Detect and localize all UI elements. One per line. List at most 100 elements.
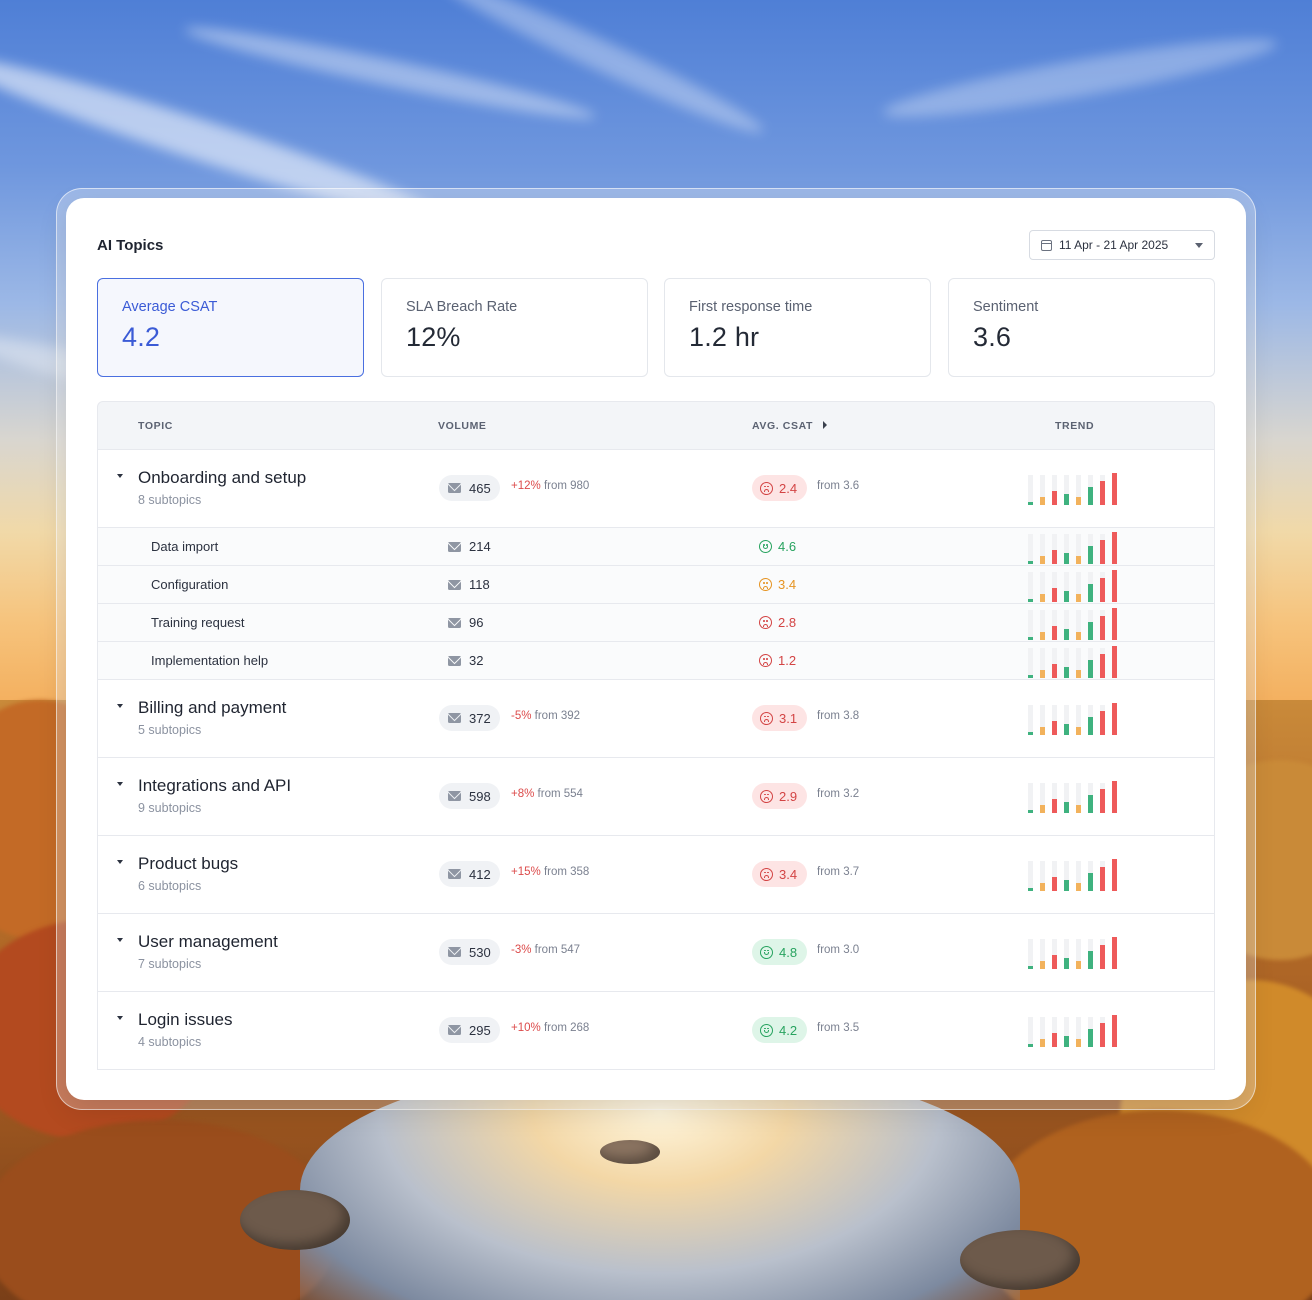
frown-face-icon bbox=[759, 654, 772, 667]
kpi-label: Average CSAT bbox=[122, 299, 218, 315]
trend-bar bbox=[1076, 594, 1081, 602]
expand-caret-icon[interactable] bbox=[117, 1016, 123, 1020]
column-header-avg-csat[interactable]: AVG. CSAT bbox=[752, 420, 828, 432]
kpi-value: 12% bbox=[406, 322, 461, 352]
trend-bar bbox=[1028, 888, 1033, 891]
trend-bar bbox=[1028, 966, 1033, 969]
trend-bar bbox=[1088, 546, 1093, 564]
csat-value: 4.6 bbox=[778, 539, 797, 554]
mail-icon bbox=[448, 541, 461, 552]
ai-topics-card: AI Topics 11 Apr - 21 Apr 2025 Average C… bbox=[66, 198, 1246, 1100]
kpi-sla-breach-rate[interactable]: SLA Breach Rate 12% bbox=[381, 278, 648, 377]
volume-value-group: 118 bbox=[448, 577, 490, 592]
smile-face-icon bbox=[760, 1023, 773, 1037]
trend-bar bbox=[1076, 805, 1081, 813]
trend-sparkline bbox=[1028, 857, 1120, 891]
mail-icon bbox=[448, 791, 461, 801]
expand-caret-icon[interactable] bbox=[117, 782, 123, 786]
kpi-sentiment[interactable]: Sentiment 3.6 bbox=[948, 278, 1215, 377]
trend-bar bbox=[1112, 570, 1117, 602]
topic-row[interactable]: User management 7 subtopics 530 -3% from 54… bbox=[97, 914, 1215, 992]
topic-row[interactable]: Product bugs 6 subtopics 412 +15% from 358 3… bbox=[97, 836, 1215, 914]
mail-icon bbox=[448, 1025, 461, 1035]
date-range-picker[interactable]: 11 Apr - 21 Apr 2025 bbox=[1029, 230, 1215, 260]
chevron-down-icon bbox=[1195, 243, 1203, 248]
volume-value: 598 bbox=[469, 788, 491, 804]
trend-bar bbox=[1064, 629, 1069, 640]
topic-row[interactable]: Integrations and API 9 subtopics 598 +8% fr… bbox=[97, 758, 1215, 836]
expand-caret-icon[interactable] bbox=[117, 474, 123, 478]
volume-change-pct: -3% bbox=[511, 944, 532, 956]
trend-track bbox=[1028, 939, 1033, 969]
frown-face-icon bbox=[759, 616, 772, 629]
mail-icon bbox=[448, 579, 461, 590]
topic-name: Integrations and API bbox=[138, 776, 292, 795]
trend-track bbox=[1028, 861, 1033, 891]
column-header-volume[interactable]: VOLUME bbox=[438, 420, 487, 432]
csat-value: 2.9 bbox=[779, 788, 798, 804]
trend-bar bbox=[1076, 1039, 1081, 1047]
trend-bar bbox=[1064, 667, 1069, 678]
kpi-first-response-time[interactable]: First response time 1.2 hr bbox=[664, 278, 931, 377]
trend-sparkline bbox=[1028, 1013, 1120, 1047]
trend-sparkline bbox=[1028, 935, 1120, 969]
kpi-label: First response time bbox=[689, 299, 813, 315]
smile-face-icon bbox=[759, 540, 772, 553]
csat-value: 3.4 bbox=[779, 866, 798, 882]
volume-change-pct: +8% bbox=[511, 788, 535, 800]
trend-bar bbox=[1100, 654, 1105, 678]
frown-face-icon bbox=[760, 711, 773, 725]
trend-bar bbox=[1040, 632, 1045, 640]
kpi-average-csat[interactable]: Average CSAT 4.2 bbox=[97, 278, 364, 377]
topic-row[interactable]: Login issues 4 subtopics 295 +10% from 268 4… bbox=[97, 992, 1215, 1070]
trend-bar bbox=[1028, 810, 1033, 813]
volume-change-from: from 547 bbox=[534, 944, 581, 956]
csat-change-from: from 3.8 bbox=[817, 710, 860, 722]
expand-caret-icon[interactable] bbox=[117, 938, 123, 942]
trend-bar bbox=[1052, 664, 1057, 678]
trend-bar bbox=[1064, 591, 1069, 602]
trend-bar bbox=[1100, 711, 1105, 735]
volume-change-from: from 268 bbox=[543, 1022, 590, 1034]
topic-name: Onboarding and setup bbox=[138, 468, 307, 487]
volume-value: 372 bbox=[469, 710, 491, 726]
expand-caret-icon[interactable] bbox=[117, 704, 123, 708]
subtopic-row[interactable]: Training request 96 2.8 bbox=[97, 604, 1215, 642]
volume-value: 32 bbox=[469, 653, 484, 668]
trend-bar bbox=[1028, 561, 1033, 564]
smile-face-icon bbox=[760, 945, 773, 959]
trend-bar bbox=[1088, 795, 1093, 813]
trend-track bbox=[1028, 610, 1033, 640]
frown-face-icon bbox=[759, 578, 772, 591]
trend-bar bbox=[1112, 937, 1117, 969]
subtopic-row[interactable]: Data import 214 4.6 bbox=[97, 528, 1215, 566]
expand-caret-icon[interactable] bbox=[117, 860, 123, 864]
volume-change: +10% from 268 bbox=[511, 1022, 589, 1034]
mail-icon bbox=[448, 617, 461, 628]
trend-bar bbox=[1064, 1036, 1069, 1047]
csat-change-from: from 3.0 bbox=[817, 944, 860, 956]
sort-arrow-icon[interactable] bbox=[823, 421, 828, 429]
trend-bar bbox=[1100, 481, 1105, 505]
trend-bar bbox=[1100, 540, 1105, 564]
volume-change-pct: +10% bbox=[511, 1022, 541, 1034]
column-header-topic[interactable]: TOPIC bbox=[138, 420, 173, 432]
volume-change-pct: +12% bbox=[511, 480, 541, 492]
topic-row[interactable]: Billing and payment 5 subtopics 372 -5% fro… bbox=[97, 680, 1215, 758]
csat-change-from: from 3.5 bbox=[817, 1022, 860, 1034]
volume-change: +12% from 980 bbox=[511, 480, 589, 492]
topic-row[interactable]: Onboarding and setup 8 subtopics 465 +12% f… bbox=[97, 450, 1215, 528]
csat-value-group: 1.2 bbox=[759, 653, 796, 668]
volume-value: 118 bbox=[469, 577, 490, 592]
subtopic-row[interactable]: Configuration 118 3.4 bbox=[97, 566, 1215, 604]
csat-value: 4.2 bbox=[779, 1022, 798, 1038]
trend-track bbox=[1028, 648, 1033, 678]
subtopic-count: 7 subtopics bbox=[138, 957, 202, 971]
trend-bar bbox=[1076, 556, 1081, 564]
trend-sparkline bbox=[1028, 568, 1120, 602]
subtopic-row[interactable]: Implementation help 32 1.2 bbox=[97, 642, 1215, 680]
calendar-icon bbox=[1041, 239, 1052, 251]
frown-face-icon bbox=[760, 481, 773, 495]
trend-bar bbox=[1064, 494, 1069, 505]
trend-bar bbox=[1040, 961, 1045, 969]
